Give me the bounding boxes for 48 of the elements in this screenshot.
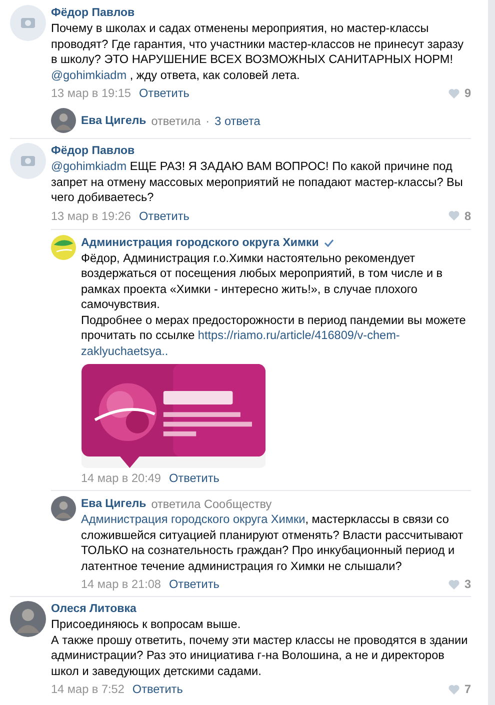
like-count: 7 <box>464 681 471 697</box>
comment-text: Подробнее о мерах предосторожности в период пандемии вы можете прочитать по ссылке https://riamo.ru/article/416809/v-chem- zaklyuchaetsya.. <box>81 312 467 359</box>
link[interactable]: Администрация городского округа Химки <box>81 512 306 526</box>
heart-icon <box>448 210 460 221</box>
comment-date: 13 мар в 19:26 <box>51 208 131 224</box>
reply-link[interactable]: Ответить <box>168 576 220 592</box>
logo-avatar <box>51 234 76 260</box>
replies-link[interactable]: 3 ответа <box>214 114 260 128</box>
avatar-icon <box>10 143 46 179</box>
avatar-icon <box>10 5 46 41</box>
link[interactable]: @gohimkiadm <box>51 159 127 173</box>
comment-date: 13 мар в 19:15 <box>51 85 131 101</box>
link[interactable]: zaklyuchaetsya.. <box>81 344 168 358</box>
comment-date: 14 мар в 7:52 <box>51 681 124 697</box>
comment-text: А также прошу ответить, почему эти мастер классы не проводятся в здании администрации? Раз это инициатива г-на Волошина, а не и директоров школ и заведующих детскими садами. <box>51 632 469 679</box>
like-count: 8 <box>464 208 471 224</box>
reply-action: ответила Сообществу <box>151 496 272 512</box>
heart-icon <box>448 684 460 694</box>
comment-date: 14 мар в 21:08 <box>81 576 161 592</box>
author-name[interactable]: Администрация городского округа Химки <box>81 234 319 250</box>
author-name[interactable]: Олеся Литовка <box>51 601 136 617</box>
like-count: 9 <box>464 85 471 101</box>
comment-date: 14 мар в 20:49 <box>81 470 161 486</box>
comment-text: Фёдор, Администрация г.о.Химки настоятельно рекомендует воздержаться от посещения любых мероприятий, в том числе и в рамках проекта «Химки - интересно жить!», в случае плохого самочувствия. <box>81 250 444 312</box>
author-name[interactable]: Ева Цигель <box>81 496 146 512</box>
heart-icon <box>448 88 460 98</box>
reply-link[interactable]: Ответить <box>132 681 183 697</box>
comment-text: @gohimkiadm , жду ответа, как соловей лета. <box>51 68 301 83</box>
avatar <box>51 108 76 133</box>
reply-link[interactable]: Ответить <box>138 85 190 101</box>
avatar <box>51 496 76 521</box>
separator: · <box>206 114 210 128</box>
scrollbar[interactable] <box>488 0 495 705</box>
heart-icon <box>448 578 460 590</box>
comment-text: Присоединяюсь к вопросам выше. <box>51 617 242 632</box>
avatar <box>10 601 46 637</box>
comment-text: Почему в школах и садах отменены мероприятия, но мастер-классы проводят? Где гарантия, что участники мастер-классов не принесут заразу в школу? ЭТО НАРУШЕНИЕ ВСЕХ ВОЗМОЖНЫХ САНИТАРНЫХ НОРМ! <box>51 21 464 68</box>
author-name[interactable]: Фёдор Павлов <box>51 143 135 159</box>
reply-link[interactable]: Ответить <box>138 208 190 224</box>
author-name[interactable]: Ева Цигель <box>81 114 146 126</box>
comment-text: @gohimkiadm ЕЩЕ РАЗ! Я ЗАДАЮ ВАМ ВОПРОС! По какой причине под запрет на отмену массовых мероприятий не попадают мастер-классы? Вы чего добиваетесь? <box>51 159 464 206</box>
reply-action: ответила <box>151 114 201 128</box>
link[interactable]: @gohimkiadm <box>51 68 127 82</box>
author-name[interactable]: Фёдор Павлов <box>51 5 135 21</box>
like-count: 3 <box>464 576 471 592</box>
reply-link[interactable]: Ответить <box>168 470 220 486</box>
comment-text: Администрация городского округа Химки, мастерклассы в связи со сложившейся ситуацией планируют отменять? Власти рассчитывают ТОЛЬКО на сознательность граждан? Про инкубационный период и латентное течение администрация го Химки не слышали? <box>81 512 464 574</box>
link[interactable]: https://riamo.ru/article/416809/v-chem- <box>198 328 400 342</box>
